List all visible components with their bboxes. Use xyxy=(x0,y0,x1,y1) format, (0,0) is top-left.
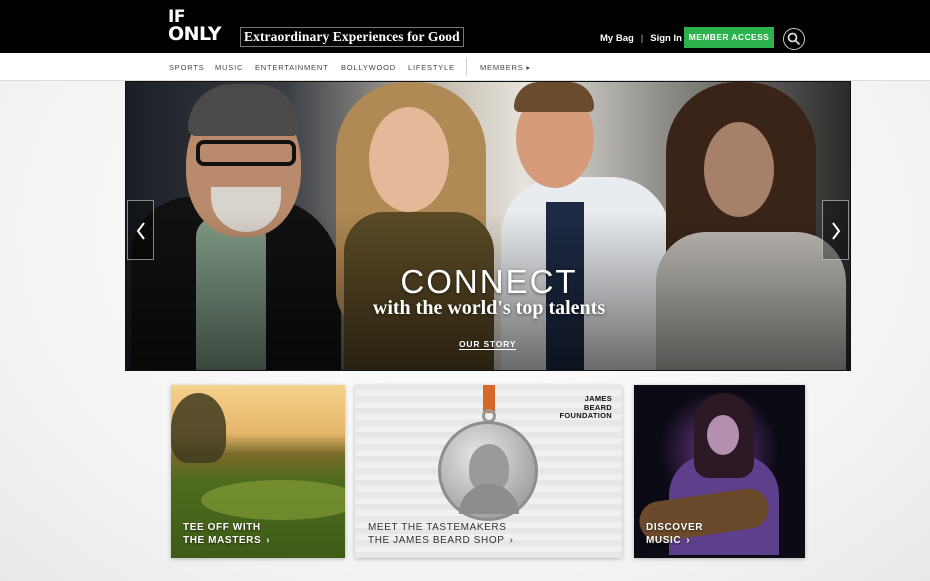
tile-label-line1: DISCOVER xyxy=(646,522,704,533)
member-access-button[interactable]: MEMBER ACCESS xyxy=(684,27,774,48)
chevron-right-icon: › xyxy=(686,535,691,546)
tile-photo-fairway xyxy=(201,480,345,520)
tile-masters-label: TEE OFF WITH THE MASTERS › xyxy=(183,521,270,547)
tile-music[interactable]: DISCOVER MUSIC › xyxy=(634,385,805,558)
hero-title: CONNECT xyxy=(400,263,578,300)
chevron-right-icon: › xyxy=(266,535,271,546)
james-beard-foundation-logo: JAMES BEARD FOUNDATION xyxy=(559,394,612,421)
our-story-link[interactable]: OUR STORY xyxy=(459,339,517,350)
search-icon xyxy=(787,32,801,46)
tile-james-beard[interactable]: JAMES BEARD FOUNDATION MEET THE TASTEMAK… xyxy=(355,385,622,558)
logo-text: FOUNDATION xyxy=(559,411,612,420)
account-links: My Bag | Sign In xyxy=(600,33,682,44)
nav-item-members[interactable]: MEMBERS ▸ xyxy=(480,63,531,72)
category-nav: SPORTS MUSIC ENTERTAINMENT BOLLYWOOD LIF… xyxy=(0,53,930,81)
tagline: Extraordinary Experiences for Good xyxy=(240,27,464,47)
hero-subtitle: with the world's top talents xyxy=(372,297,606,319)
nav-item-lifestyle[interactable]: LIFESTYLE xyxy=(408,63,455,72)
tile-label-line2: THE JAMES BEARD SHOP xyxy=(368,535,505,546)
tile-masters[interactable]: TEE OFF WITH THE MASTERS › xyxy=(171,385,345,558)
nav-item-music[interactable]: MUSIC xyxy=(215,63,243,72)
tile-photo-tree xyxy=(171,393,226,463)
nav-divider xyxy=(466,58,467,75)
carousel-prev-button[interactable] xyxy=(127,200,154,260)
tile-label-line2: MUSIC xyxy=(646,535,682,546)
tile-photo-detail xyxy=(707,415,739,455)
chevron-right-icon xyxy=(832,222,841,240)
chevron-left-icon xyxy=(136,222,145,240)
james-beard-medal xyxy=(438,421,538,521)
carousel-next-button[interactable] xyxy=(822,200,849,260)
ifonly-logo[interactable]: IF ONLY xyxy=(168,9,230,45)
nav-item-bollywood[interactable]: BOLLYWOOD xyxy=(341,63,396,72)
tile-james-beard-label: MEET THE TASTEMAKERS THE JAMES BEARD SHO… xyxy=(368,521,513,547)
top-bar: IF ONLY Extraordinary Experiences for Go… xyxy=(0,0,930,53)
sign-in-link[interactable]: Sign In xyxy=(650,33,682,44)
search-button[interactable] xyxy=(783,28,805,50)
tile-label-line2: THE MASTERS xyxy=(183,535,262,546)
nav-item-entertainment[interactable]: ENTERTAINMENT xyxy=(255,63,328,72)
hero-carousel[interactable]: CONNECT with the world's top talents OUR… xyxy=(125,81,851,371)
hero-shade xyxy=(126,82,850,370)
link-separator: | xyxy=(640,33,644,44)
my-bag-link[interactable]: My Bag xyxy=(600,33,634,44)
nav-item-sports[interactable]: SPORTS xyxy=(169,63,205,72)
tile-label-line1: MEET THE TASTEMAKERS xyxy=(368,522,507,533)
tile-music-label: DISCOVER MUSIC › xyxy=(646,521,703,547)
medal-portrait-bust xyxy=(459,484,519,514)
tile-label-line1: TEE OFF WITH xyxy=(183,522,261,533)
logo-line-2: ONLY xyxy=(168,23,221,45)
chevron-right-icon: › xyxy=(509,535,514,546)
